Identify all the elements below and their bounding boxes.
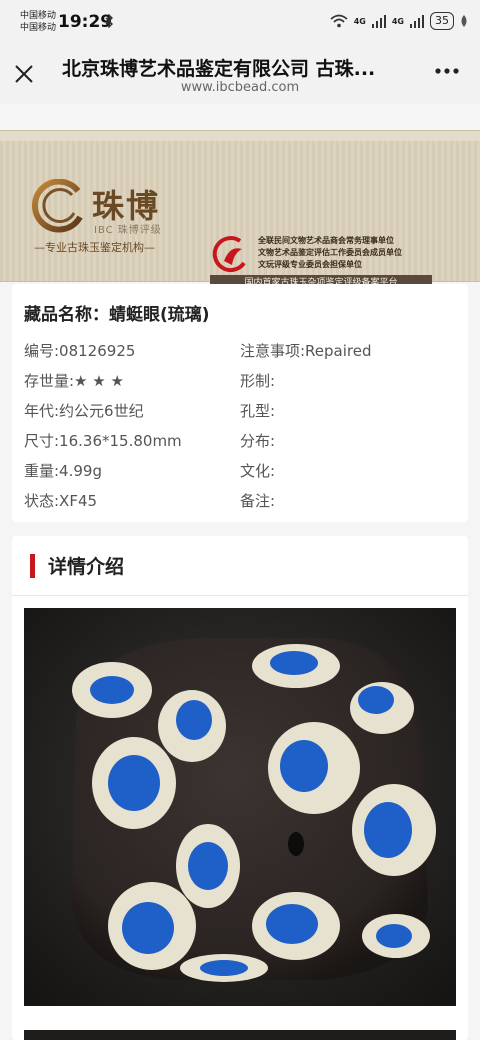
item-size: 尺寸:16.36*15.80mm (24, 432, 182, 450)
battery-level: 35 (430, 12, 454, 30)
item-info-card: 藏品名称：蜻蜓眼(琉璃) 编号:08126925 注意事项:Repaired 存… (12, 284, 468, 522)
item-hole: 孔型: (240, 402, 276, 420)
item-era: 年代:约公元6世纪 (24, 402, 144, 420)
carrier-labels: 中国移动 中国移动 (20, 10, 56, 34)
status-icons: 4G 4G 35 (330, 12, 468, 30)
page-content: 珠博 IBC 珠博评级 —专业古珠玉鉴定机构— 全联民间文物艺术品商会常务理事单… (0, 104, 480, 1040)
carrier-1: 中国移动 (20, 11, 57, 21)
association-line: 文物艺术品鉴定评估工作委员会成员单位 (258, 248, 402, 257)
item-culture: 文化: (240, 462, 276, 480)
page-url: www.ibcbead.com (180, 80, 300, 95)
association-seal-icon (212, 236, 246, 273)
brand-banner: 珠博 IBC 珠博评级 —专业古珠玉鉴定机构— 全联民间文物艺术品商会常务理事单… (0, 130, 480, 291)
association-list: 全联民间文物艺术品商会常务理事单位 文物艺术品鉴定评估工作委员会成员单位 文玩评… (258, 235, 402, 271)
bead-photo-2[interactable] (24, 1030, 456, 1040)
item-rarity: 存世量:★ ★ ★ (24, 372, 124, 390)
network-type-1: 4G (353, 16, 366, 26)
status-bar: 中国移动 中国移动 19:29 4G 4G 35 (0, 0, 480, 44)
carrier-2: 中国移动 (20, 23, 57, 33)
item-serial: 编号:08126925 (24, 342, 136, 360)
signal-icon-2 (410, 15, 424, 28)
association-line: 全联民间文物艺术品商会常务理事单位 (258, 236, 394, 245)
brand-slogan: —专业古珠玉鉴定机构— (34, 241, 155, 254)
detail-header: 详情介绍 (12, 536, 468, 596)
bluetooth-icon (105, 14, 113, 28)
detail-title: 详情介绍 (48, 556, 125, 578)
network-type-2: 4G (391, 16, 404, 26)
section-accent-bar (30, 554, 35, 578)
item-weight: 重量:4.99g (24, 462, 102, 480)
item-distribution: 分布: (240, 432, 276, 450)
banner-top-strip (0, 131, 480, 141)
item-name: 藏品名称：蜻蜓眼(琉璃) (24, 305, 210, 325)
bead-photo[interactable] (24, 608, 456, 1006)
browser-title-bar: 北京珠博艺术品鉴定有限公司 古珠... www.ibcbead.com (0, 44, 480, 104)
signal-icon-1 (371, 15, 386, 28)
item-shape: 形制: (240, 372, 276, 390)
wifi-icon (330, 14, 348, 28)
brand-logo-icon (32, 179, 83, 233)
association-line: 文玩评级专业委员会担保单位 (258, 260, 362, 269)
leaf-icon (461, 15, 467, 27)
brand-subtitle: IBC 珠博评级 (94, 225, 162, 236)
close-icon[interactable] (12, 62, 36, 86)
page-title: 北京珠博艺术品鉴定有限公司 古珠... (62, 58, 376, 80)
dragonfly-eye-bead-image (24, 608, 456, 1006)
detail-card: 详情介绍 (12, 536, 468, 1040)
more-options-icon[interactable] (434, 66, 460, 76)
item-condition: 状态:XF45 (24, 492, 98, 510)
item-notice: 注意事项:Repaired (240, 342, 372, 360)
item-remark: 备注: (240, 492, 276, 510)
